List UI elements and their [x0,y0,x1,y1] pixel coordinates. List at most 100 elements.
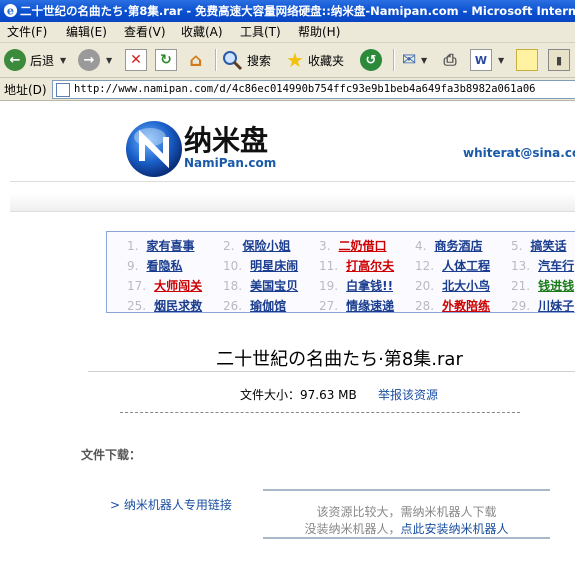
ad-link-number: 29. [511,299,531,313]
mail-icon: ✉ [401,50,417,70]
chevron-down-icon: ▼ [106,55,113,65]
ad-link-text: 外教陪练 [442,299,491,313]
ad-link[interactable]: 4. 商务酒店 [415,237,482,254]
menu-edit[interactable]: 编辑(E) [66,22,107,42]
ad-link-text: 大师闯关 [154,279,203,293]
robot-link[interactable]: > 纳米机器人专用链接 [110,496,232,513]
address-input[interactable]: http://www.namipan.com/d/4c86ec014990b75… [52,80,575,99]
page-content: 纳米盘 NamiPan.com whiterat@sina.com 1. 家有喜事… [0,101,575,564]
ad-link-text: 人体工程 [442,259,491,273]
discuss-button[interactable] [516,47,538,73]
ad-link-number: 27. [319,299,339,313]
ad-link[interactable]: 25. 烟民求救 [127,297,202,314]
ad-link[interactable]: 17. 大师闯关 [127,277,202,294]
file-title: 二十世紀の名曲たち·第8集.rar [216,349,463,370]
ad-link-number: 10. [223,259,243,273]
ad-link[interactable]: 20. 北大小鸟 [415,277,490,294]
ad-link[interactable]: 2. 保险小姐 [223,237,290,254]
mail-button[interactable]: ✉ ▼ [399,47,427,73]
stop-button[interactable]: ✕ [125,47,147,73]
ad-link[interactable]: 10. 明星床闹 [223,257,298,274]
brand-domain: NamiPan.com [184,156,277,170]
ad-link-text: 商务酒店 [434,239,483,253]
menu-tools[interactable]: 工具(T) [240,22,281,42]
book-icon: ▮ [548,49,570,71]
ad-link-number: 9. [127,259,139,273]
ad-link[interactable]: 18. 美国宝贝 [223,277,298,294]
ad-link[interactable]: 13. 汽车行 [511,257,574,274]
ad-links-box: 1. 家有喜事 2. 保险小姐 3. 二奶借口 4. 商务酒店 5. 搞笑话 9. 看隐私 … [106,231,575,313]
menu-view[interactable]: 查看(V) [124,22,166,42]
search-icon [223,51,243,71]
ad-link[interactable]: 12. 人体工程 [415,257,490,274]
ad-link-number: 11. [319,259,339,273]
download-label: 文件下载： [81,448,142,462]
history-icon: ↺ [360,49,382,71]
ad-link-text: 美国宝贝 [250,279,299,293]
menu-file[interactable]: 文件(F) [7,22,47,42]
report-link[interactable]: 举报该资源 [378,386,438,403]
window-titlebar: e 二十世纪の名曲たち·第8集.rar - 免费高速大容量网络硬盘::纳米盘-N… [0,0,575,22]
ad-link-number: 13. [511,259,531,273]
ad-link-text: 二奶借口 [338,239,387,253]
ad-link-text: 情缘速递 [346,299,395,313]
nav-band [10,193,575,212]
ad-link-number: 21. [511,279,531,293]
favorites-button[interactable]: ★ 收藏夹 [286,47,344,73]
ad-link[interactable]: 3. 二奶借口 [319,237,386,254]
favorites-label: 收藏夹 [307,53,344,68]
ad-link[interactable]: 27. 情缘速递 [319,297,394,314]
star-icon: ★ [286,48,304,72]
word-icon: W [470,49,492,71]
ad-link-text: 川妹子 [538,299,575,313]
printer-icon: ⎙ [443,50,457,69]
ad-link[interactable]: 9. 看隐私 [127,257,182,274]
home-button[interactable]: ⌂ [186,47,206,73]
forward-arrow-icon: → [78,49,100,71]
back-arrow-icon: ← [4,49,26,71]
ad-link[interactable]: 21. 钱进钱 [511,277,574,294]
refresh-button[interactable]: ↻ [155,47,177,73]
ad-link-text: 汽车行 [538,259,575,273]
print-button[interactable]: ⎙ [440,47,460,73]
note-icon [516,49,538,71]
ad-link-number: 25. [127,299,147,313]
toolbar-separator [215,49,217,71]
ad-link[interactable]: 1. 家有喜事 [127,237,194,254]
history-button[interactable]: ↺ [360,47,382,73]
edit-button[interactable]: W ▼ [470,47,504,73]
chevron-down-icon: ▼ [421,55,428,65]
ad-link-number: 2. [223,239,235,253]
user-email-link[interactable]: whiterat@sina.com [463,146,575,160]
toolbar-separator [393,49,395,71]
install-robot-link[interactable]: 点此安装纳米机器人 [401,522,509,536]
ad-link-number: 12. [415,259,435,273]
search-label: 搜索 [247,53,272,68]
search-button[interactable]: 搜索 [221,47,271,73]
forward-button[interactable]: → ▼ [78,47,112,73]
ad-link-number: 28. [415,299,435,313]
ad-link[interactable]: 11. 打高尔夫 [319,257,394,274]
back-button[interactable]: ← 后退 ▼ [4,47,66,73]
ad-link-number: 4. [415,239,427,253]
home-icon: ⌂ [189,49,203,71]
notice-line2-prefix: 没装纳米机器人， [304,522,401,536]
refresh-icon: ↻ [155,49,177,71]
ad-link-text: 看隐私 [146,259,183,273]
ad-link[interactable]: 19. 白拿钱!! [319,277,393,294]
ad-link[interactable]: 5. 搞笑话 [511,237,566,254]
header-divider [10,181,575,182]
menu-help[interactable]: 帮助(H) [298,22,340,42]
ad-link[interactable]: 28. 外教陪练 [415,297,490,314]
ad-link-number: 1. [127,239,139,253]
ad-link[interactable]: 26. 瑜伽馆 [223,297,286,314]
ad-link[interactable]: 29. 川妹子 [511,297,574,314]
address-bar: 地址(D) http://www.namipan.com/d/4c86ec014… [0,78,575,101]
research-button[interactable]: ▮ [548,47,570,73]
chevron-down-icon: ▼ [60,55,67,65]
ad-link-number: 26. [223,299,243,313]
notice-line1: 该资源比较大，需纳米机器人下载 [316,505,497,519]
ad-link-number: 18. [223,279,243,293]
menu-favorites[interactable]: 收藏(A) [181,22,223,42]
back-label: 后退 [30,53,55,68]
